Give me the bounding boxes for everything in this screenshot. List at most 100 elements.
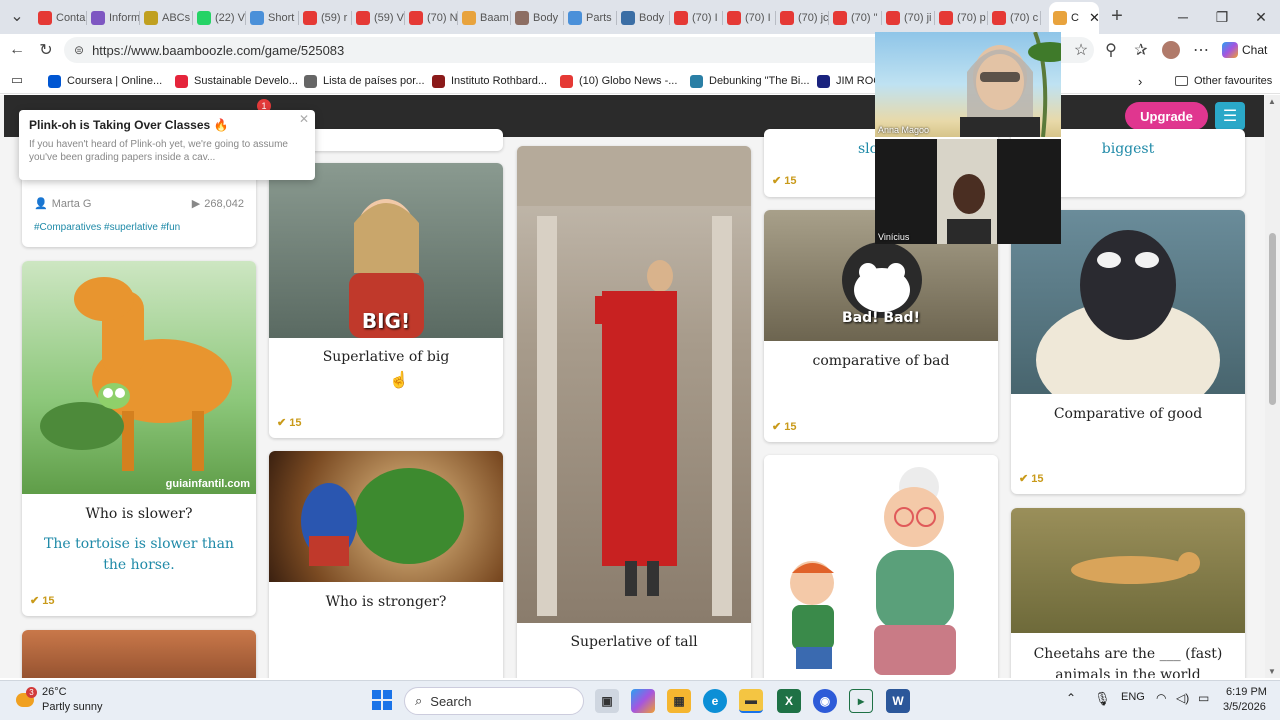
card-cheetahs[interactable]: Cheetahs are the ___ (fast) animals in t…	[1011, 508, 1245, 678]
points-badge: ✔ 15	[772, 175, 797, 187]
card-title: comparative of bad	[812, 353, 950, 369]
tab-label: (70) c	[1010, 12, 1039, 24]
scrollbar-thumb[interactable]	[1269, 233, 1276, 405]
page-scrollbar[interactable]: ▲ ▼	[1265, 95, 1280, 678]
tab-active[interactable]: C ✕	[1049, 2, 1099, 34]
tab-label: Baam	[480, 12, 509, 24]
browser-tab[interactable]: Inform	[87, 4, 140, 32]
taskbar-search[interactable]: ⌕ Search	[404, 687, 584, 715]
card-superlative-big[interactable]: BIG! Superlative of big ✔ 15	[269, 163, 503, 438]
bookmark-label: Instituto Rothbard...	[451, 75, 547, 87]
file-explorer-icon[interactable]: ▬	[739, 689, 763, 713]
browser-tab[interactable]: (22) V	[193, 4, 246, 32]
browser-tab[interactable]: (70) "	[829, 4, 882, 32]
windows-start-icon[interactable]	[372, 690, 392, 710]
video-tile-anna[interactable]: Anna Magoo	[875, 32, 1061, 137]
extensions-icon[interactable]: ⚲	[1098, 38, 1124, 62]
announcement-popup[interactable]: Plink-oh is Taking Over Classes 🔥 If you…	[19, 110, 315, 180]
tags[interactable]: #Comparatives #superlative #fun	[34, 222, 180, 233]
browser-tab[interactable]: (70) I	[723, 4, 776, 32]
card-title: Who is slower?	[85, 506, 193, 522]
close-window-icon[interactable]: ✕	[1238, 0, 1280, 34]
upgrade-button[interactable]: Upgrade	[1125, 102, 1208, 130]
favorite-star-icon[interactable]: ☆	[1068, 38, 1094, 62]
tray-chevron-icon[interactable]: ⌃	[1066, 691, 1076, 705]
hand-cursor-icon: ☝	[389, 372, 409, 389]
popup-close-icon[interactable]: ✕	[299, 112, 309, 126]
tab-favicon-icon	[886, 11, 900, 25]
weather-icon[interactable]: 3	[12, 687, 37, 711]
scroll-down-icon[interactable]: ▼	[1268, 667, 1276, 676]
tab-search-chevron-icon[interactable]: ⌄	[4, 4, 30, 28]
browser-tab[interactable]: (70) c	[988, 4, 1041, 32]
bookmark-item[interactable]: Sustainable Develo...	[175, 72, 298, 90]
sheets-icon[interactable]: ▸	[849, 689, 873, 713]
reload-icon[interactable]: ↻	[33, 38, 59, 62]
browser-tab[interactable]: (70) N	[405, 4, 458, 32]
zoom-icon[interactable]: ◉	[813, 689, 837, 713]
copilot-taskbar-icon[interactable]	[631, 689, 655, 713]
weather-desc[interactable]: Partly sunny	[42, 701, 103, 713]
video-tile-vinicius[interactable]: Vinícius	[875, 139, 1061, 244]
card-grandma[interactable]	[764, 455, 998, 678]
browser-tab[interactable]: Body	[511, 4, 564, 32]
volume-icon[interactable]: ◁)	[1176, 691, 1189, 705]
favorites-icon[interactable]: ✰	[1128, 38, 1154, 62]
browser-tab[interactable]: (70) p	[935, 4, 988, 32]
card-who-is-stronger[interactable]: Who is stronger?	[269, 451, 503, 678]
browser-tab[interactable]: (70) jc	[776, 4, 829, 32]
battery-icon[interactable]: ▭	[1198, 691, 1209, 705]
browser-tab[interactable]: (70) ji	[882, 4, 935, 32]
browser-tab[interactable]: Short	[246, 4, 299, 32]
new-tab-icon[interactable]: +	[1104, 4, 1130, 28]
browser-tab[interactable]: Baam	[458, 4, 511, 32]
scroll-up-icon[interactable]: ▲	[1268, 97, 1276, 106]
edge-browser-icon[interactable]: e	[703, 689, 727, 713]
tab-label: (70) N	[427, 12, 458, 24]
browser-tab[interactable]: Conta	[34, 4, 87, 32]
copilot-chat-button[interactable]: Chat	[1222, 39, 1267, 61]
task-view-icon[interactable]: ▣	[595, 689, 619, 713]
card-comparative-good[interactable]: Comparative of good ✔ 15	[1011, 210, 1245, 494]
bookmark-item[interactable]: Debunking "The Bi...	[690, 72, 810, 90]
microphone-icon[interactable]: 🎙	[1094, 691, 1111, 707]
browser-tab[interactable]: ABCs	[140, 4, 193, 32]
store-icon[interactable]: ▦	[667, 689, 691, 713]
site-info-icon[interactable]: ⊜	[74, 43, 84, 57]
card-comparative-bad[interactable]: Bad! Bad! comparative of bad ✔ 15	[764, 210, 998, 442]
page-content: 1 Upgrade ☰ 👤 Marta G ▶ 268,042 #Compara…	[0, 95, 1280, 678]
card-superlative-tall[interactable]: Superlative of tall	[517, 146, 751, 678]
bookmark-item[interactable]: Lista de países por...	[304, 72, 425, 90]
language-indicator[interactable]: ENG	[1121, 691, 1145, 703]
browser-tab[interactable]: (59) r	[299, 4, 352, 32]
clock-time[interactable]: 6:19 PM	[1226, 686, 1267, 698]
wifi-icon[interactable]: ◠	[1156, 691, 1166, 705]
collections-icon[interactable]: ▭	[4, 68, 30, 92]
card-partial-bottom[interactable]	[22, 630, 256, 678]
popup-body: If you haven't heard of Plink-oh yet, we…	[29, 139, 288, 163]
browser-tab[interactable]: Parts	[564, 4, 617, 32]
tab-close-icon[interactable]: ✕	[1089, 10, 1099, 26]
browser-tab[interactable]: (59) V	[352, 4, 405, 32]
other-favourites[interactable]: Other favourites	[1175, 72, 1272, 90]
bookmark-item[interactable]: Instituto Rothbard...	[432, 72, 547, 90]
card-title: Superlative of tall	[570, 634, 698, 650]
browser-tab[interactable]: Body	[617, 4, 670, 32]
bookmark-label: (10) Globo News -...	[579, 75, 678, 87]
card-who-is-slower[interactable]: guiainfantil.com Who is slower? The tort…	[22, 261, 256, 616]
vinicius-video-feed	[937, 139, 997, 244]
tab-favicon-icon	[38, 11, 52, 25]
clock-date[interactable]: 3/5/2026	[1223, 701, 1266, 713]
excel-icon[interactable]: X	[777, 689, 801, 713]
profile-avatar[interactable]	[1158, 38, 1184, 62]
bookmark-item[interactable]: Coursera | Online...	[48, 72, 162, 90]
hamburger-menu-icon[interactable]: ☰	[1215, 102, 1245, 130]
more-options-icon[interactable]: ⋯	[1188, 38, 1214, 62]
browser-tab[interactable]: (70) I	[670, 4, 723, 32]
bookmark-item[interactable]: (10) Globo News -...	[560, 72, 677, 90]
weather-temp[interactable]: 26°C	[42, 686, 67, 698]
tab-label: (70) I	[745, 12, 771, 24]
back-icon[interactable]: ←	[4, 38, 30, 62]
bookmarks-overflow-chevron-icon[interactable]: ›	[1138, 72, 1142, 90]
word-icon[interactable]: W	[886, 689, 910, 713]
